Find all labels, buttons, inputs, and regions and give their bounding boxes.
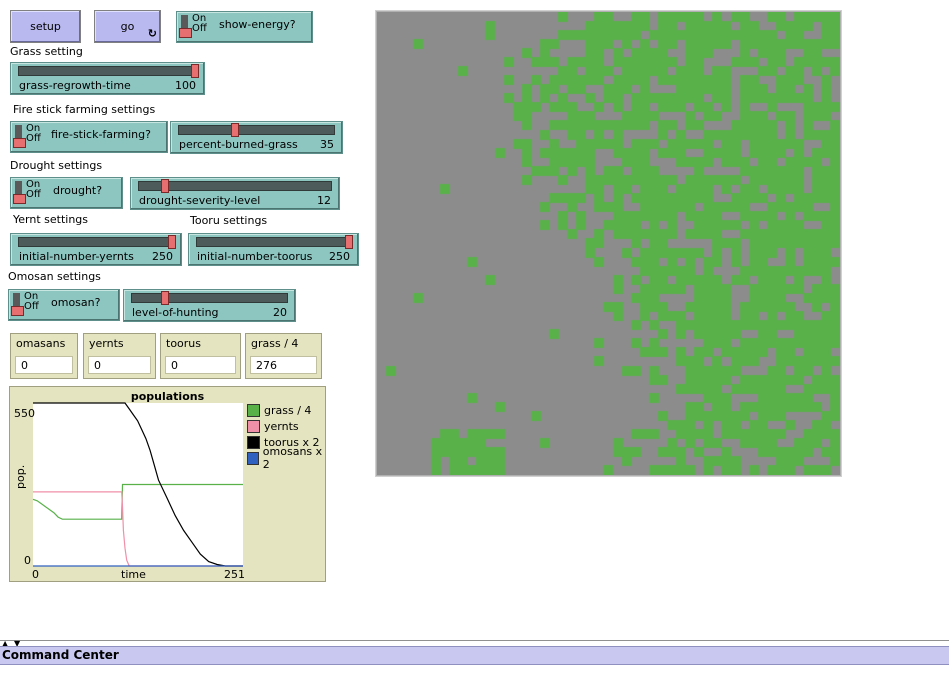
initial-number-toorus-slider[interactable]: initial-number-toorus 250 bbox=[188, 233, 359, 266]
omosan-switch[interactable]: On Off omosan? bbox=[8, 289, 120, 321]
slider-knob[interactable] bbox=[168, 235, 176, 249]
fire-stick-farming-switch[interactable]: On Off fire-stick-farming? bbox=[10, 121, 168, 153]
slider-value: 20 bbox=[273, 306, 287, 319]
switch-knob[interactable] bbox=[11, 306, 24, 316]
go-button[interactable]: go ↻ bbox=[94, 10, 161, 43]
legend-label: grass / 4 bbox=[264, 403, 312, 417]
command-center-header: Command Center bbox=[0, 646, 949, 665]
populations-plot: populations 550 0 0 251 time pop. grass … bbox=[9, 386, 326, 582]
legend-item: yernts bbox=[247, 419, 299, 433]
drought-label: drought? bbox=[53, 184, 103, 197]
drought-severity-level-slider[interactable]: drought-severity-level 12 bbox=[130, 177, 340, 210]
monitor-value: 276 bbox=[250, 356, 317, 374]
x-min-label: 0 bbox=[32, 568, 39, 581]
legend-item: grass / 4 bbox=[247, 403, 311, 417]
slider-knob[interactable] bbox=[160, 179, 169, 193]
legend-swatch bbox=[247, 451, 259, 465]
slider-track bbox=[178, 125, 335, 135]
level-of-hunting-slider[interactable]: level-of-hunting 20 bbox=[123, 289, 296, 322]
switch-on-off-label: On Off bbox=[192, 13, 207, 34]
monitor-value: 0 bbox=[88, 356, 151, 374]
switch-knob[interactable] bbox=[13, 194, 26, 204]
slider-value: 35 bbox=[320, 138, 334, 151]
drought-switch[interactable]: On Off drought? bbox=[10, 177, 123, 209]
slider-name: grass-regrowth-time bbox=[19, 79, 131, 92]
monitor-name: grass / 4 bbox=[251, 337, 299, 350]
yernts-monitor: yernts 0 bbox=[83, 333, 156, 379]
fire-stick-farming-label: fire-stick-farming? bbox=[51, 128, 151, 141]
y-max-label: 550 bbox=[14, 407, 35, 420]
slider-name: initial-number-toorus bbox=[197, 250, 313, 263]
omosan-label: omosan? bbox=[51, 296, 101, 309]
slider-track bbox=[131, 293, 288, 303]
grass-regrowth-time-slider[interactable]: grass-regrowth-time 100 bbox=[10, 62, 205, 95]
setup-button[interactable]: setup bbox=[10, 10, 81, 43]
legend-swatch bbox=[247, 419, 260, 433]
world-patches bbox=[377, 12, 840, 475]
toorus-monitor: toorus 0 bbox=[160, 333, 241, 379]
switch-on-off-label: On Off bbox=[26, 123, 41, 144]
x-axis-label: time bbox=[121, 568, 146, 581]
slider-knob[interactable] bbox=[161, 291, 170, 305]
command-center-title: Command Center bbox=[2, 648, 119, 662]
monitor-name: omasans bbox=[16, 337, 66, 350]
world-view[interactable] bbox=[376, 11, 841, 476]
legend-label: yernts bbox=[264, 419, 299, 433]
go-button-label: go bbox=[120, 20, 135, 33]
switch-knob[interactable] bbox=[13, 138, 26, 148]
drought-section-label: Drought settings bbox=[10, 159, 103, 172]
y-min-label: 0 bbox=[24, 554, 31, 567]
monitor-name: yernts bbox=[89, 337, 124, 350]
initial-number-yernts-slider[interactable]: initial-number-yernts 250 bbox=[10, 233, 182, 266]
legend-swatch bbox=[247, 435, 260, 449]
grass-section-label: Grass setting bbox=[10, 45, 83, 58]
monitor-name: toorus bbox=[166, 337, 201, 350]
monitor-value: 0 bbox=[15, 356, 73, 374]
slider-track bbox=[18, 66, 197, 76]
legend-item: omosans x 2 bbox=[247, 445, 325, 471]
switch-knob[interactable] bbox=[179, 28, 192, 38]
slider-value: 100 bbox=[175, 79, 196, 92]
grass-monitor: grass / 4 276 bbox=[245, 333, 322, 379]
tooru-section-label: Tooru settings bbox=[190, 214, 268, 227]
slider-knob[interactable] bbox=[191, 64, 199, 78]
setup-button-label: setup bbox=[30, 20, 61, 33]
slider-name: level-of-hunting bbox=[132, 306, 219, 319]
slider-name: initial-number-yernts bbox=[19, 250, 134, 263]
slider-value: 250 bbox=[329, 250, 350, 263]
slider-track bbox=[18, 237, 174, 247]
slider-track bbox=[196, 237, 351, 247]
x-max-label: 251 bbox=[224, 568, 245, 581]
percent-burned-grass-slider[interactable]: percent-burned-grass 35 bbox=[170, 121, 343, 154]
monitor-value: 0 bbox=[165, 356, 236, 374]
yernt-section-label: Yernt settings bbox=[13, 213, 89, 226]
y-axis-label: pop. bbox=[14, 464, 27, 489]
legend-swatch bbox=[247, 403, 260, 417]
slider-knob[interactable] bbox=[230, 123, 239, 137]
forever-icon: ↻ bbox=[147, 27, 157, 40]
switch-on-off-label: On Off bbox=[24, 291, 39, 312]
legend-label: omosans x 2 bbox=[262, 445, 323, 471]
slider-name: drought-severity-level bbox=[139, 194, 261, 207]
show-energy-label: show-energy? bbox=[219, 18, 296, 31]
slider-value: 12 bbox=[317, 194, 331, 207]
omasans-monitor: omasans 0 bbox=[10, 333, 78, 379]
show-energy-switch[interactable]: On Off show-energy? bbox=[176, 11, 313, 43]
fire-section-label: Fire stick farming settings bbox=[13, 103, 156, 116]
omosan-section-label: Omosan settings bbox=[8, 270, 101, 283]
slider-value: 250 bbox=[152, 250, 173, 263]
slider-knob[interactable] bbox=[345, 235, 353, 249]
switch-on-off-label: On Off bbox=[26, 179, 41, 200]
slider-name: percent-burned-grass bbox=[179, 138, 298, 151]
